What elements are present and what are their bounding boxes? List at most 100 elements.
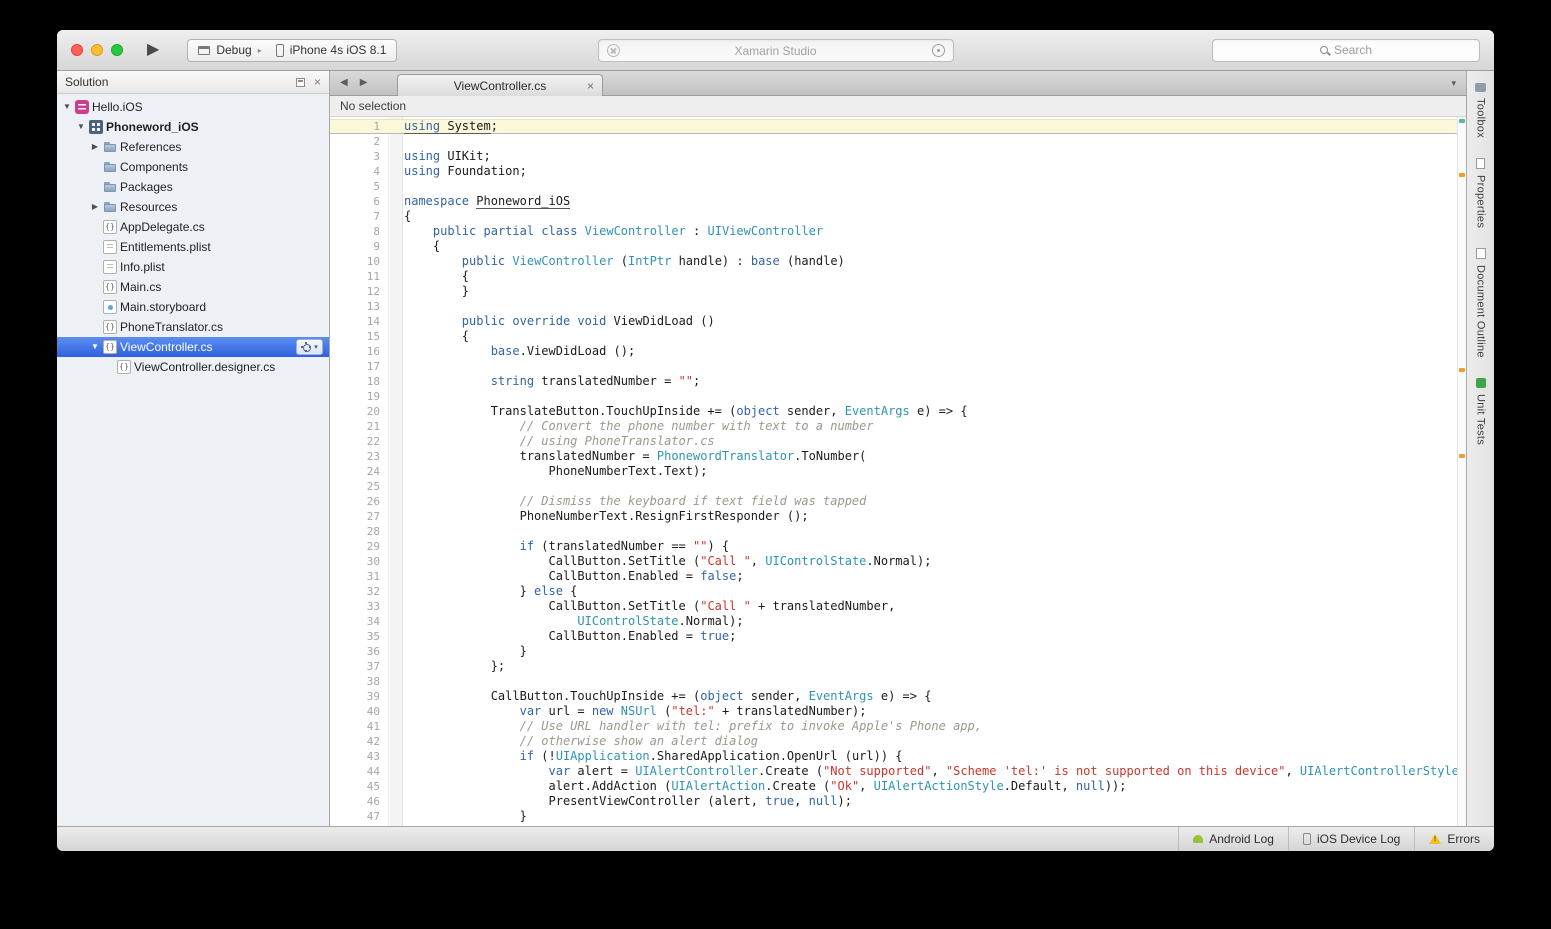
fold-margin	[389, 284, 404, 299]
fold-margin	[389, 689, 404, 704]
code-line[interactable]: 45 alert.AddAction (UIAlertAction.Create…	[330, 779, 1457, 794]
code-line[interactable]: 41 // Use URL handler with tel: prefix t…	[330, 719, 1457, 734]
code-line[interactable]: 3using UIKit;	[330, 149, 1457, 164]
tree-item-packages[interactable]: Packages	[57, 177, 329, 197]
code-line[interactable]: 32 } else {	[330, 584, 1457, 599]
code-line[interactable]: 31 CallButton.Enabled = false;	[330, 569, 1457, 584]
code-line[interactable]: 35 CallButton.Enabled = true;	[330, 629, 1457, 644]
code-line[interactable]: 39 CallButton.TouchUpInside += (object s…	[330, 689, 1457, 704]
pad-close-icon[interactable]: ×	[314, 76, 321, 88]
code-line[interactable]: 36 }	[330, 644, 1457, 659]
code-line[interactable]: 12 }	[330, 284, 1457, 299]
code-line[interactable]: 18 string translatedNumber = "";	[330, 374, 1457, 389]
editor-tab[interactable]: ViewController.cs ×	[397, 74, 603, 96]
code-line[interactable]: 46 PresentViewController (alert, true, n…	[330, 794, 1457, 809]
ios-device-log-button[interactable]: iOS Device Log	[1288, 827, 1414, 851]
run-button[interactable]: ▶	[147, 42, 159, 58]
scrollbar-warning-mark[interactable]	[1459, 368, 1465, 372]
editor-scrollbar[interactable]	[1457, 117, 1466, 826]
collapse-arrow-icon[interactable]: ▼	[75, 117, 87, 137]
tree-item-components[interactable]: Components	[57, 157, 329, 177]
expand-arrow-icon[interactable]: ▶	[89, 197, 101, 217]
code-text: namespace Phoneword_iOS	[404, 194, 570, 209]
code-line[interactable]: 16 base.ViewDidLoad ();	[330, 344, 1457, 359]
code-line[interactable]: 11 {	[330, 269, 1457, 284]
tree-item-viewcontroller-cs[interactable]: ▼ViewController.cs▾	[57, 337, 329, 357]
tree-item-phonetranslator-cs[interactable]: PhoneTranslator.cs	[57, 317, 329, 337]
code-line[interactable]: 28	[330, 524, 1457, 539]
pad-dock-icon[interactable]	[296, 78, 305, 87]
code-line[interactable]: 2	[330, 134, 1457, 149]
code-line[interactable]: 17	[330, 359, 1457, 374]
code-line[interactable]: 43 if (!UIApplication.SharedApplication.…	[330, 749, 1457, 764]
code-line[interactable]: 27 PhoneNumberText.ResignFirstResponder …	[330, 509, 1457, 524]
code-line[interactable]: 4using Foundation;	[330, 164, 1457, 179]
scrollbar-warning-mark[interactable]	[1459, 454, 1465, 458]
code-line[interactable]: 37 };	[330, 659, 1457, 674]
code-line[interactable]: 9 {	[330, 239, 1457, 254]
code-line[interactable]: 13	[330, 299, 1457, 314]
tree-item-main-cs[interactable]: Main.cs	[57, 277, 329, 297]
code-line[interactable]: 1using System;	[330, 119, 1457, 134]
collapse-arrow-icon[interactable]: ▼	[89, 337, 101, 357]
tree-item-main-storyboard[interactable]: Main.storyboard	[57, 297, 329, 317]
zoom-button[interactable]	[111, 44, 123, 56]
scrollbar-warning-mark[interactable]	[1459, 173, 1465, 177]
tree-item-phoneword-ios[interactable]: ▼Phoneword_iOS	[57, 117, 329, 137]
item-options-button[interactable]: ▾	[296, 339, 323, 355]
tree-item-label: Info.plist	[120, 260, 165, 274]
close-button[interactable]	[71, 44, 83, 56]
code-line[interactable]: 40 var url = new NSUrl ("tel:" + transla…	[330, 704, 1457, 719]
tree-item-info-plist[interactable]: Info.plist	[57, 257, 329, 277]
code-line[interactable]: 38	[330, 674, 1457, 689]
code-line[interactable]: 21 // Convert the phone number with text…	[330, 419, 1457, 434]
breadcrumb[interactable]: No selection	[330, 96, 1466, 117]
scrollbar-task-mark[interactable]	[1459, 119, 1465, 123]
code-line[interactable]: 20 TranslateButton.TouchUpInside += (obj…	[330, 404, 1457, 419]
search-input[interactable]: Search	[1212, 39, 1480, 62]
android-log-button[interactable]: Android Log	[1178, 827, 1288, 851]
tree-item-resources[interactable]: ▶Resources	[57, 197, 329, 217]
side-tab-properties[interactable]: Properties	[1475, 158, 1487, 228]
code-line[interactable]: 26 // Dismiss the keyboard if text field…	[330, 494, 1457, 509]
code-line[interactable]: 44 var alert = UIAlertController.Create …	[330, 764, 1457, 779]
side-tab-unit-tests[interactable]: Unit Tests	[1475, 378, 1487, 445]
code-editor[interactable]: 1using System;23using UIKit;4using Found…	[330, 117, 1466, 826]
code-line[interactable]: 24 PhoneNumberText.Text);	[330, 464, 1457, 479]
side-tab-toolbox[interactable]: Toolbox	[1475, 83, 1487, 138]
code-line[interactable]: 5	[330, 179, 1457, 194]
tree-item-references[interactable]: ▶References	[57, 137, 329, 157]
code-line[interactable]: 7{	[330, 209, 1457, 224]
code-line[interactable]: 10 public ViewController (IntPtr handle)…	[330, 254, 1457, 269]
code-line[interactable]: 29 if (translatedNumber == "") {	[330, 539, 1457, 554]
tree-item-entitlements-plist[interactable]: Entitlements.plist	[57, 237, 329, 257]
status-extra-icon	[932, 44, 945, 57]
code-line[interactable]: 34 UIControlState.Normal);	[330, 614, 1457, 629]
code-line[interactable]: 25	[330, 479, 1457, 494]
code-line[interactable]: 47 }	[330, 809, 1457, 824]
collapse-arrow-icon[interactable]: ▼	[61, 97, 73, 117]
nav-back-button[interactable]: ◀	[340, 78, 348, 88]
nav-forward-button[interactable]: ▶	[360, 78, 368, 88]
tab-close-icon[interactable]: ×	[587, 80, 594, 92]
code-line[interactable]: 15 {	[330, 329, 1457, 344]
code-line[interactable]: 6namespace Phoneword_iOS	[330, 194, 1457, 209]
side-tab-label: Unit Tests	[1475, 394, 1487, 445]
code-line[interactable]: 42 // otherwise show an alert dialog	[330, 734, 1457, 749]
code-line[interactable]: 23 translatedNumber = PhonewordTranslato…	[330, 449, 1457, 464]
code-line[interactable]: 19	[330, 389, 1457, 404]
code-line[interactable]: 30 CallButton.SetTitle ("Call ", UIContr…	[330, 554, 1457, 569]
tab-list-dropdown-icon[interactable]: ▾	[1451, 78, 1456, 89]
code-line[interactable]: 22 // using PhoneTranslator.cs	[330, 434, 1457, 449]
side-tab-document-outline[interactable]: Document Outline	[1475, 248, 1487, 358]
minimize-button[interactable]	[91, 44, 103, 56]
code-line[interactable]: 14 public override void ViewDidLoad ()	[330, 314, 1457, 329]
expand-arrow-icon[interactable]: ▶	[89, 137, 101, 157]
errors-button[interactable]: Errors	[1414, 827, 1494, 851]
code-line[interactable]: 8 public partial class ViewController : …	[330, 224, 1457, 239]
tree-item-viewcontroller-designer-cs[interactable]: ViewController.designer.cs	[57, 357, 329, 377]
tree-item-appdelegate-cs[interactable]: AppDelegate.cs	[57, 217, 329, 237]
code-line[interactable]: 33 CallButton.SetTitle ("Call " + transl…	[330, 599, 1457, 614]
build-configuration-selector[interactable]: Debug ▸ iPhone 4s iOS 8.1	[187, 39, 397, 62]
tree-item-hello-ios[interactable]: ▼Hello.iOS	[57, 97, 329, 117]
